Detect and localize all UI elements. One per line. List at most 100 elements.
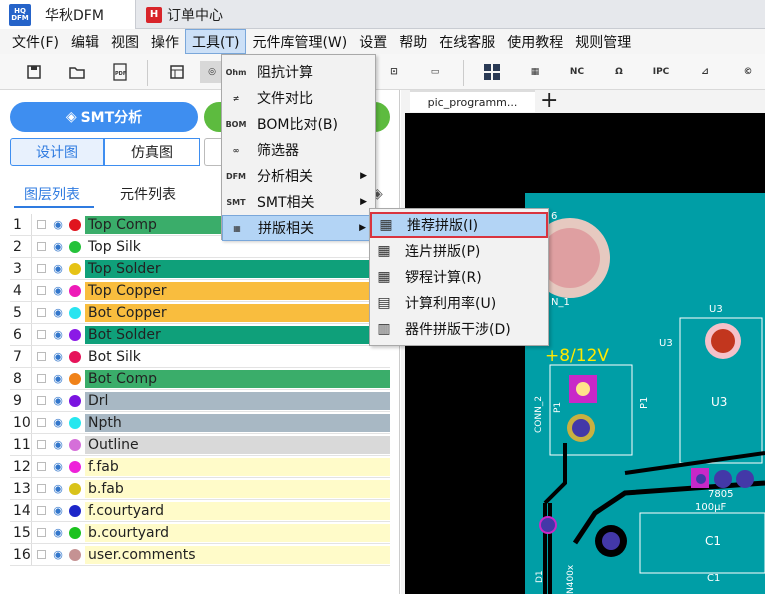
layer-row[interactable]: 11 ◉ Outline: [10, 434, 390, 456]
layer-color-swatch[interactable]: [69, 548, 81, 561]
visibility-eye-icon[interactable]: ◉: [51, 504, 65, 517]
layer-row[interactable]: 14 ◉ f.courtyard: [10, 500, 390, 522]
layer-checkbox[interactable]: [37, 396, 46, 405]
menu-online-service[interactable]: 在线客服: [433, 29, 501, 54]
grid-icon[interactable]: ▦: [524, 61, 546, 83]
visibility-eye-icon[interactable]: ◉: [51, 350, 65, 363]
layer-row[interactable]: 9 ◉ Drl: [10, 390, 390, 412]
visibility-eye-icon[interactable]: ◉: [51, 460, 65, 473]
ipc-icon[interactable]: IPC: [650, 61, 672, 83]
layer-checkbox[interactable]: [37, 462, 46, 471]
menu-rules[interactable]: 规则管理: [569, 29, 637, 54]
layer-checkbox[interactable]: [37, 330, 46, 339]
open-icon[interactable]: [66, 61, 88, 83]
layer-checkbox[interactable]: [37, 484, 46, 493]
nc-icon[interactable]: NC: [566, 61, 588, 83]
design-view-tab[interactable]: 设计图: [10, 138, 104, 166]
panel-submenu-item[interactable]: ▥ 器件拼版干涉(D): [370, 316, 548, 342]
panel-submenu-item[interactable]: ▦ 连片拼版(P): [370, 238, 548, 264]
layer-checkbox[interactable]: [37, 352, 46, 361]
layer-color-swatch[interactable]: [69, 482, 81, 495]
layer-color-swatch[interactable]: [69, 460, 81, 473]
tools-menu-item[interactable]: ▦ 拼版相关 ▶: [222, 215, 375, 241]
save-icon[interactable]: [23, 61, 45, 83]
app-tab-dfm[interactable]: HQ DFM 华秋DFM: [0, 0, 136, 29]
layer-color-swatch[interactable]: [69, 504, 81, 517]
layer-checkbox[interactable]: [37, 264, 46, 273]
panel-submenu-item[interactable]: ▦ 推荐拼版(I): [370, 212, 548, 238]
layer-color-swatch[interactable]: [69, 438, 81, 451]
layer-row[interactable]: 6 ◉ Bot Solder: [10, 324, 390, 346]
layer-color-swatch[interactable]: [69, 416, 81, 429]
probe-icon[interactable]: ⊿: [694, 61, 716, 83]
visibility-eye-icon[interactable]: ◉: [51, 240, 65, 253]
layer-checkbox[interactable]: [37, 374, 46, 383]
visibility-eye-icon[interactable]: ◉: [51, 394, 65, 407]
layer-checkbox[interactable]: [37, 506, 46, 515]
layer-row[interactable]: 15 ◉ b.courtyard: [10, 522, 390, 544]
tab-component-list[interactable]: 元件列表: [120, 184, 176, 204]
copyright-icon[interactable]: ©: [737, 61, 759, 83]
layer-checkbox[interactable]: [37, 286, 46, 295]
ohm2-icon[interactable]: Ω: [608, 61, 630, 83]
layer-color-swatch[interactable]: [69, 372, 81, 385]
new-tab-button[interactable]: +: [540, 88, 558, 113]
visibility-eye-icon[interactable]: ◉: [51, 284, 65, 297]
layer-row[interactable]: 3 ◉ Top Solder: [10, 258, 390, 280]
visibility-eye-icon[interactable]: ◉: [51, 262, 65, 275]
visibility-eye-icon[interactable]: ◉: [51, 438, 65, 451]
visibility-eye-icon[interactable]: ◉: [51, 526, 65, 539]
layer-checkbox[interactable]: [37, 242, 46, 251]
component-icon[interactable]: ⊡: [383, 61, 405, 83]
visibility-eye-icon[interactable]: ◉: [51, 218, 65, 231]
layer-row[interactable]: 7 ◉ Bot Silk: [10, 346, 390, 368]
layer-row[interactable]: 12 ◉ f.fab: [10, 456, 390, 478]
menu-view[interactable]: 视图: [105, 29, 145, 54]
menu-settings[interactable]: 设置: [353, 29, 393, 54]
tools-menu-item[interactable]: Ohm 阻抗计算: [222, 59, 375, 85]
visibility-eye-icon[interactable]: ◉: [51, 306, 65, 319]
tools-menu-item[interactable]: SMT SMT相关 ▶: [222, 189, 375, 215]
pdf-icon[interactable]: PDF: [109, 61, 131, 83]
layer-row[interactable]: 13 ◉ b.fab: [10, 478, 390, 500]
panel-submenu-item[interactable]: ▦ 锣程计算(R): [370, 264, 548, 290]
visibility-eye-icon[interactable]: ◉: [51, 482, 65, 495]
layer-checkbox[interactable]: [37, 220, 46, 229]
layer-checkbox[interactable]: [37, 550, 46, 559]
layer-checkbox[interactable]: [37, 418, 46, 427]
layer-row[interactable]: 8 ◉ Bot Comp: [10, 368, 390, 390]
layer-color-swatch[interactable]: [69, 262, 81, 275]
menu-tutorial[interactable]: 使用教程: [501, 29, 569, 54]
layer-row[interactable]: 5 ◉ Bot Copper: [10, 302, 390, 324]
menu-edit[interactable]: 编辑: [65, 29, 105, 54]
layer-color-swatch[interactable]: [69, 284, 81, 297]
ruler-icon[interactable]: ▭: [424, 61, 446, 83]
layer-row[interactable]: 10 ◉ Npth: [10, 412, 390, 434]
visibility-eye-icon[interactable]: ◉: [51, 548, 65, 561]
menu-tools[interactable]: 工具(T): [184, 29, 247, 54]
layer-color-swatch[interactable]: [69, 306, 81, 319]
layer-color-swatch[interactable]: [69, 350, 81, 363]
layer-row[interactable]: 16 ◉ user.comments: [10, 544, 390, 566]
menu-operation[interactable]: 操作: [145, 29, 185, 54]
menu-component-lib[interactable]: 元件库管理(W): [246, 29, 353, 54]
layer-checkbox[interactable]: [37, 528, 46, 537]
pcb-file-tab[interactable]: pic_programm...: [410, 90, 535, 112]
simulation-view-tab[interactable]: 仿真图: [104, 138, 200, 166]
visibility-eye-icon[interactable]: ◉: [51, 328, 65, 341]
tools-menu-item[interactable]: BOM BOM比对(B): [222, 111, 375, 137]
visibility-eye-icon[interactable]: ◉: [51, 416, 65, 429]
layer-color-swatch[interactable]: [69, 526, 81, 539]
layer-color-swatch[interactable]: [69, 240, 81, 253]
layout-icon[interactable]: [166, 61, 188, 83]
layer-color-swatch[interactable]: [69, 394, 81, 407]
layer-color-swatch[interactable]: [69, 218, 81, 231]
panel-submenu-item[interactable]: ▤ 计算利用率(U): [370, 290, 548, 316]
tools-menu-item[interactable]: ≠ 文件对比: [222, 85, 375, 111]
layer-row[interactable]: 4 ◉ Top Copper: [10, 280, 390, 302]
smt-analysis-button[interactable]: ◈ SMT分析: [10, 102, 198, 132]
tools-menu-item[interactable]: ∞ 筛选器: [222, 137, 375, 163]
visibility-eye-icon[interactable]: ◉: [51, 372, 65, 385]
menu-file[interactable]: 文件(F): [6, 29, 65, 54]
tab-layer-list[interactable]: 图层列表: [24, 184, 80, 204]
